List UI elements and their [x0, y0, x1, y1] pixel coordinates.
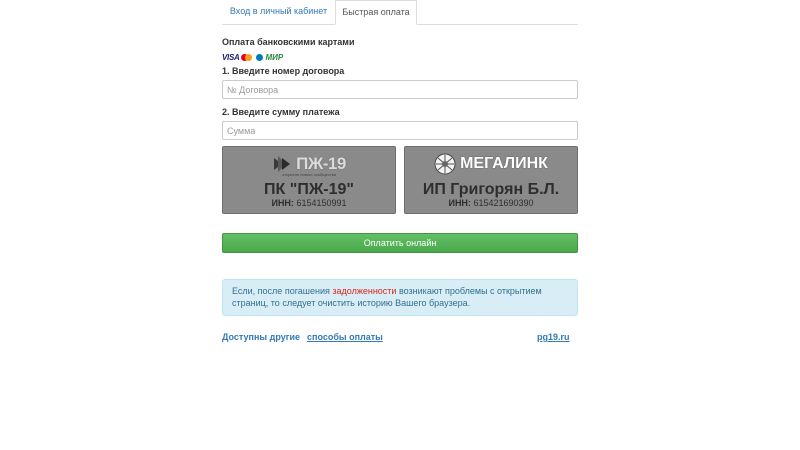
payment-panel: Вход в личный кабинет Быстрая оплата Опл… — [222, 0, 578, 342]
contract-input[interactable] — [222, 80, 578, 99]
card-logos: VISA МИР — [222, 53, 283, 62]
visa-logo: VISA — [222, 53, 240, 62]
merchant-megalink-button[interactable]: МЕГАЛИНК ИП Григорян Б.Л. ИНН: 615421690… — [404, 146, 578, 214]
other-methods-link[interactable]: способы оплаты — [307, 332, 383, 342]
merchant-pg19-button[interactable]: ПЖ-19 открытие нового сообщества ПК "ПЖ-… — [222, 146, 396, 214]
merchant-name: ИП Григорян Б.Л. — [422, 181, 560, 198]
merchant-inn: ИНН: 6154150991 — [223, 198, 395, 208]
section-title: Оплата банковскими картами — [222, 37, 355, 47]
pg19-logo-subtitle: открытие нового сообщества — [281, 172, 337, 177]
mastercard-icon — [241, 54, 253, 61]
inn-label: ИНН: — [271, 198, 294, 208]
contract-label: 1. Введите номер договора — [222, 66, 345, 76]
megalink-logo: МЕГАЛИНК — [405, 151, 577, 177]
tab-bar: Вход в личный кабинет Быстрая оплата — [222, 0, 578, 25]
site-link[interactable]: pg19.ru — [537, 332, 570, 342]
megalink-logo-text: МЕГАЛИНК — [460, 155, 548, 172]
shell-icon — [434, 153, 456, 175]
pay-online-button[interactable]: Оплатить онлайн — [222, 233, 578, 253]
mir-logo: МИР — [265, 53, 284, 62]
other-methods-text: Доступны другие — [222, 332, 300, 342]
amount-input[interactable] — [222, 121, 578, 140]
merchant-inn: ИНН: 615421690390 — [405, 198, 577, 208]
tab-quick-pay[interactable]: Быстрая оплата — [335, 0, 417, 25]
alert-text-1: Если, после погашения — [232, 286, 333, 296]
pg19-logo-text: ПЖ-19 — [296, 154, 346, 173]
tab-login[interactable]: Вход в личный кабинет — [222, 0, 335, 23]
inn-value: 6154150991 — [296, 198, 347, 208]
maestro-icon — [256, 54, 264, 61]
merchant-name: ПК "ПЖ-19" — [264, 181, 354, 198]
pg19-emblem-icon — [274, 156, 291, 172]
amount-label: 2. Введите сумму платежа — [222, 107, 340, 117]
inn-value: 615421690390 — [473, 198, 534, 208]
info-alert: Если, после погашения задолженности возн… — [222, 279, 578, 316]
inn-label: ИНН: — [448, 198, 471, 208]
alert-highlight: задолженности — [332, 286, 397, 296]
